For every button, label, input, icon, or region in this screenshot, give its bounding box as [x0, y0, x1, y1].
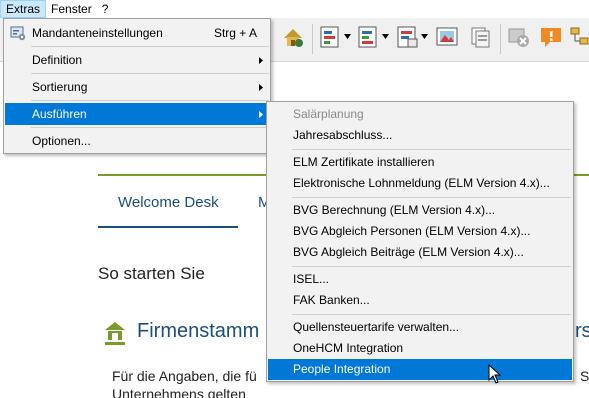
menu-item-optionen[interactable]: Optionen...	[5, 130, 269, 152]
menu-item-label: Elektronische Lohnmeldung (ELM Version 4…	[293, 176, 550, 190]
menu-separator	[292, 197, 571, 198]
mouse-cursor-icon	[488, 364, 502, 384]
submenu-item-isel[interactable]: ISEL...	[268, 269, 572, 290]
menu-item-label: Definition	[32, 53, 83, 67]
menu-item-label: BVG Abgleich Beiträge (ELM Version 4.x).…	[293, 245, 524, 259]
menu-item-label: Quellensteuertarife verwalten...	[293, 320, 460, 334]
menu-item-label: BVG Berechnung (ELM Version 4.x)...	[293, 203, 496, 217]
intro-text-right: S	[580, 368, 589, 384]
report-calendar-icon[interactable]	[395, 24, 421, 50]
menu-item-label: Mandanteneinstellungen	[32, 26, 163, 40]
intro-text-line-1: Für die Angaben, die fü	[112, 368, 257, 384]
submenu-arrow-icon	[259, 111, 263, 118]
submenu-item-elm-zertifikate[interactable]: ELM Zertifikate installieren	[268, 152, 572, 173]
settings-icon	[10, 26, 26, 41]
menu-separator	[292, 149, 571, 150]
section-heading: So starten Sie	[98, 264, 205, 283]
submenu-item-onehcm-integration[interactable]: OneHCM Integration	[268, 338, 572, 359]
menu-separator	[292, 266, 571, 267]
menu-fenster[interactable]: Fenster	[46, 0, 97, 18]
menu-bar: Extras Fenster ?	[0, 0, 589, 18]
company-icon	[105, 322, 125, 345]
menu-separator	[292, 314, 571, 315]
company-master-title: Firmenstamm	[137, 320, 260, 342]
report-green-icon[interactable]	[356, 24, 382, 50]
menu-separator	[31, 127, 269, 128]
toolbar-separator	[312, 24, 313, 54]
company-master-title-right: rs	[575, 320, 589, 342]
menu-item-label: Optionen...	[32, 134, 91, 148]
submenu-item-people-integration[interactable]: People Integration	[268, 359, 572, 380]
menu-item-label: Jahresabschluss...	[293, 128, 393, 142]
menu-item-label: Ausführen	[32, 107, 87, 121]
documents-icon[interactable]	[468, 24, 494, 50]
submenu-arrow-icon	[259, 84, 263, 91]
menu-separator	[31, 100, 269, 101]
menu-item-label: ISEL...	[293, 272, 330, 286]
menu-separator	[31, 73, 269, 74]
submenu-item-bvg-abgleich-personen[interactable]: BVG Abgleich Personen (ELM Version 4.x).…	[268, 221, 572, 242]
menu-help[interactable]: ?	[97, 0, 114, 18]
toolbar-separator	[500, 24, 501, 54]
menu-item-ausfuehren[interactable]: Ausführen	[5, 103, 269, 125]
app-window: Extras Fenster ? Welcome Desk M So start…	[0, 0, 589, 398]
chevron-down-icon[interactable]	[382, 34, 389, 40]
submenu-item-bvg-berechnung[interactable]: BVG Berechnung (ELM Version 4.x)...	[268, 200, 572, 221]
submenu-item-elm-lohnmeldung[interactable]: Elektronische Lohnmeldung (ELM Version 4…	[268, 173, 572, 194]
submenu-item-salaerplanung: Salärplanung	[268, 104, 572, 125]
tab-welcome-desk[interactable]: Welcome Desk	[118, 194, 219, 211]
active-tab-indicator	[98, 226, 238, 228]
report-red-icon[interactable]	[318, 24, 344, 50]
submenu-item-fak-banken[interactable]: FAK Banken...	[268, 290, 572, 311]
chevron-down-icon[interactable]	[421, 34, 428, 40]
submenu-item-jahresabschluss[interactable]: Jahresabschluss...	[268, 125, 572, 146]
disabled-cancel-icon[interactable]	[506, 24, 532, 50]
submenu-arrow-icon	[259, 57, 263, 64]
menu-item-label: Sortierung	[32, 80, 88, 94]
info-icon[interactable]	[538, 24, 564, 50]
menu-item-definition[interactable]: Definition	[5, 49, 269, 71]
run-submenu: Salärplanung Jahresabschluss... ELM Zert…	[266, 101, 574, 382]
chevron-down-icon[interactable]	[344, 34, 351, 40]
menu-item-mandanteneinstellungen[interactable]: Mandanteneinstellungen Strg + A	[5, 22, 269, 44]
menu-item-label: FAK Banken...	[293, 293, 370, 307]
menu-item-label: ELM Zertifikate installieren	[293, 155, 435, 169]
menu-item-label: Salärplanung	[293, 107, 364, 121]
submenu-item-quellensteuertarife[interactable]: Quellensteuertarife verwalten...	[268, 317, 572, 338]
menu-extras[interactable]: Extras	[0, 0, 47, 18]
menu-item-label: OneHCM Integration	[293, 341, 404, 355]
tools-house-icon[interactable]	[280, 24, 306, 50]
submenu-item-bvg-abgleich-beitraege[interactable]: BVG Abgleich Beiträge (ELM Version 4.x).…	[268, 242, 572, 263]
extras-menu: Mandanteneinstellungen Strg + A Definiti…	[3, 18, 271, 154]
picture-icon[interactable]	[434, 24, 460, 50]
menu-item-sortierung[interactable]: Sortierung	[5, 76, 269, 98]
menu-separator	[31, 46, 269, 47]
menu-item-shortcut: Strg + A	[213, 26, 257, 40]
menu-item-label: People Integration	[293, 362, 391, 376]
intro-text-line-2: Unternehmens gelten	[112, 386, 246, 398]
org-chart-icon[interactable]	[568, 24, 589, 50]
menu-item-label: BVG Abgleich Personen (ELM Version 4.x).…	[293, 224, 531, 238]
